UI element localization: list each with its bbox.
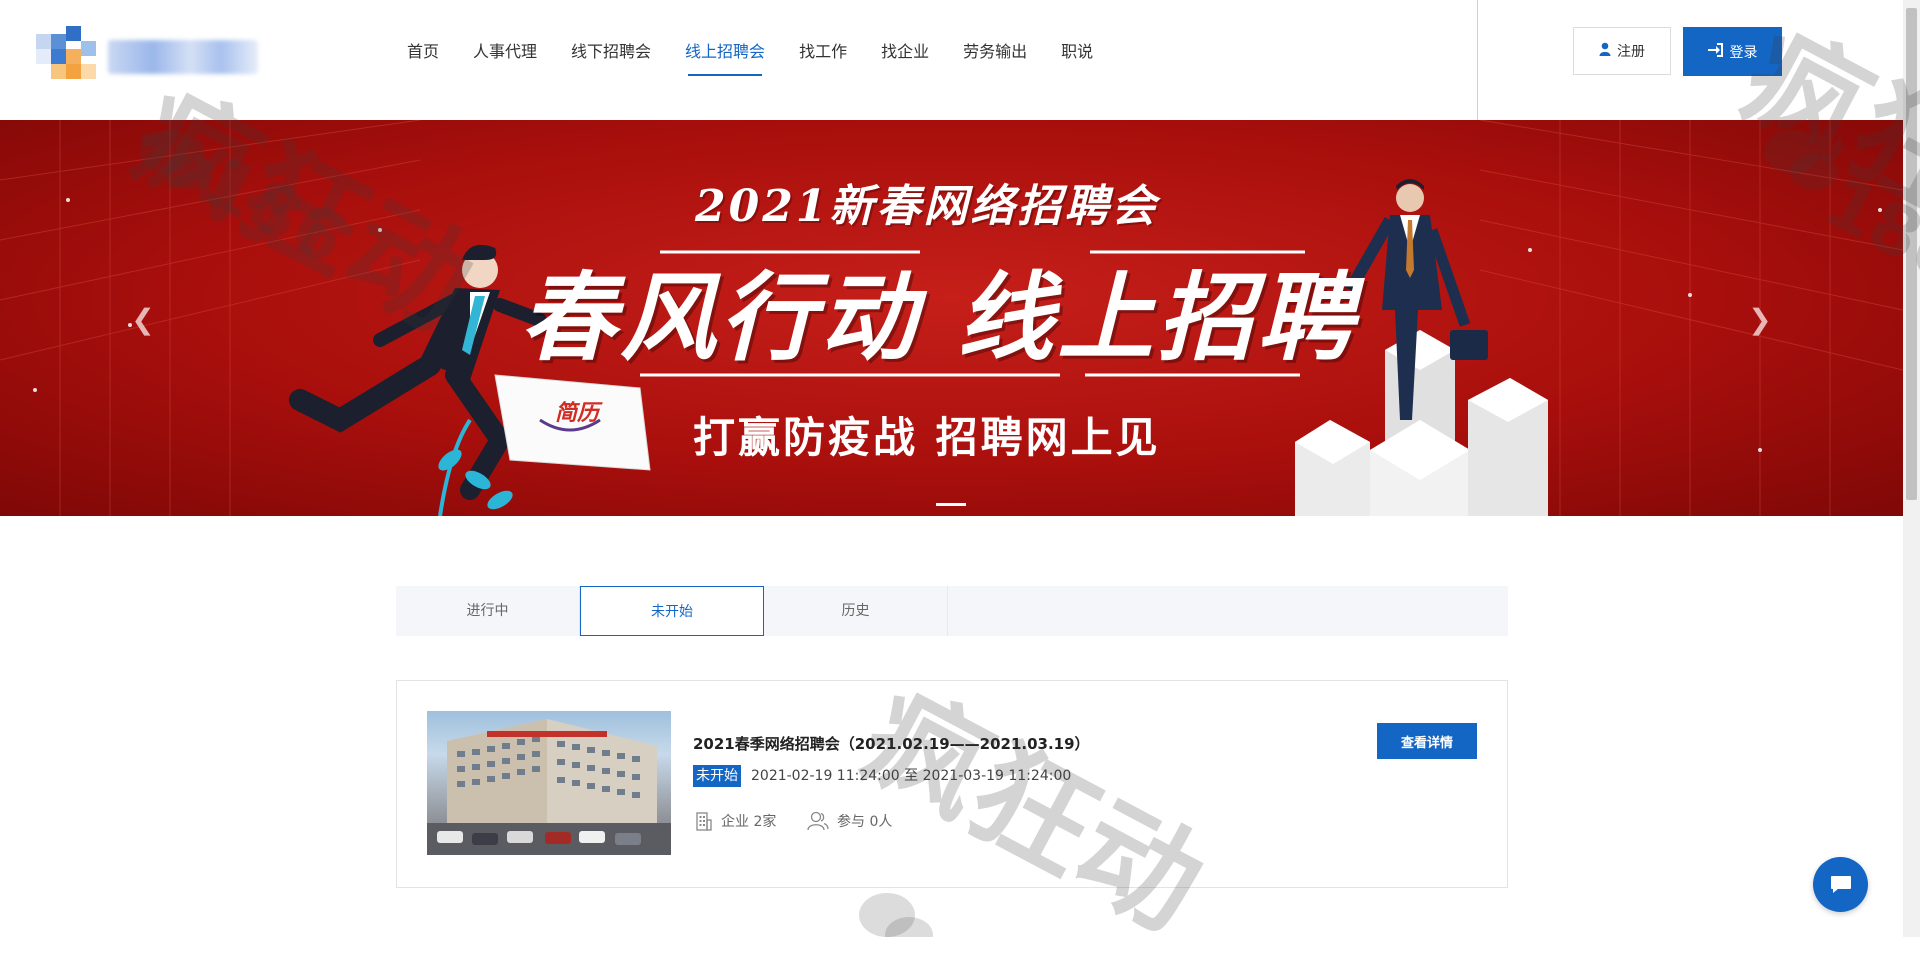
user-icon	[1599, 42, 1611, 60]
resume-label: 简历	[555, 400, 603, 426]
chevron-right-icon: ❯	[1748, 303, 1772, 336]
fair-company-count: 企业 2家	[693, 811, 776, 831]
nav-home[interactable]: 首页	[390, 0, 456, 104]
banner-next-button[interactable]: ❯	[1745, 305, 1775, 335]
fair-participant-count: 参与 0人	[807, 811, 892, 831]
tab-upcoming[interactable]: 未开始	[580, 586, 764, 636]
banner-slide-indicator[interactable]	[936, 503, 966, 506]
chevron-left-icon: ❮	[131, 303, 155, 336]
register-button[interactable]: 注册	[1573, 27, 1671, 75]
fair-thumbnail[interactable]	[427, 711, 671, 855]
building-icon	[696, 812, 712, 831]
tab-ongoing[interactable]: 进行中	[396, 586, 580, 636]
login-label: 登录	[1729, 44, 1758, 61]
main-nav: 首页 人事代理 线下招聘会 线上招聘会 找工作 找企业 劳务输出 职说	[390, 0, 1110, 104]
hero-banner[interactable]: 简历 2021新春网络招聘会 春风行动 线上招聘 打赢防疫战 招聘网上见 ❮ ❯	[0, 120, 1903, 516]
nav-hr-agency[interactable]: 人事代理	[456, 0, 554, 104]
logo-mark	[36, 26, 98, 88]
login-button[interactable]: 登录	[1683, 27, 1782, 76]
fair-title[interactable]: 2021春季网络招聘会（2021.02.19——2021.03.19）	[693, 733, 1090, 754]
nav-offline-fair[interactable]: 线下招聘会	[554, 0, 668, 104]
banner-headline: 2021新春网络招聘会	[695, 181, 1159, 232]
scrollbar-thumb[interactable]	[1906, 8, 1917, 500]
building-photo	[427, 719, 671, 855]
nav-online-fair[interactable]: 线上招聘会	[668, 0, 782, 104]
logo-text-blurred	[108, 40, 258, 74]
site-header: 首页 人事代理 线下招聘会 线上招聘会 找工作 找企业 劳务输出 职说 注册 登…	[0, 0, 1920, 122]
banner-slogan: 打赢防疫战 招聘网上见	[693, 413, 1161, 462]
page-scrollbar[interactable]	[1903, 0, 1920, 937]
nav-labor-export[interactable]: 劳务输出	[946, 0, 1044, 104]
participant-count-label: 参与 0人	[837, 814, 893, 830]
wechat-watermark-icon	[859, 893, 933, 937]
fair-status-tabs: 进行中 未开始 历史	[396, 586, 1508, 636]
nav-career-talk[interactable]: 职说	[1044, 0, 1110, 104]
banner-prev-button[interactable]: ❮	[128, 305, 158, 335]
sign-in-icon	[1707, 42, 1724, 61]
fair-card: 2021春季网络招聘会（2021.02.19——2021.03.19） 未开始 …	[396, 680, 1508, 888]
tab-history[interactable]: 历史	[764, 586, 948, 636]
register-label: 注册	[1617, 44, 1645, 60]
nav-find-company[interactable]: 找企业	[864, 0, 946, 104]
chat-button[interactable]	[1813, 857, 1868, 912]
view-details-button[interactable]: 查看详情	[1377, 723, 1477, 759]
banner-title: 春风行动 线上招聘	[520, 261, 1358, 374]
fair-date-range: 2021-02-19 11:24:00 至 2021-03-19 11:24:0…	[751, 768, 1072, 784]
users-icon	[807, 811, 829, 831]
status-badge: 未开始	[693, 765, 741, 787]
nav-find-job[interactable]: 找工作	[782, 0, 864, 104]
chat-bubble-icon	[1830, 875, 1851, 893]
site-logo[interactable]	[36, 26, 260, 90]
header-divider	[1477, 0, 1478, 122]
company-count-label: 企业 2家	[721, 814, 777, 830]
